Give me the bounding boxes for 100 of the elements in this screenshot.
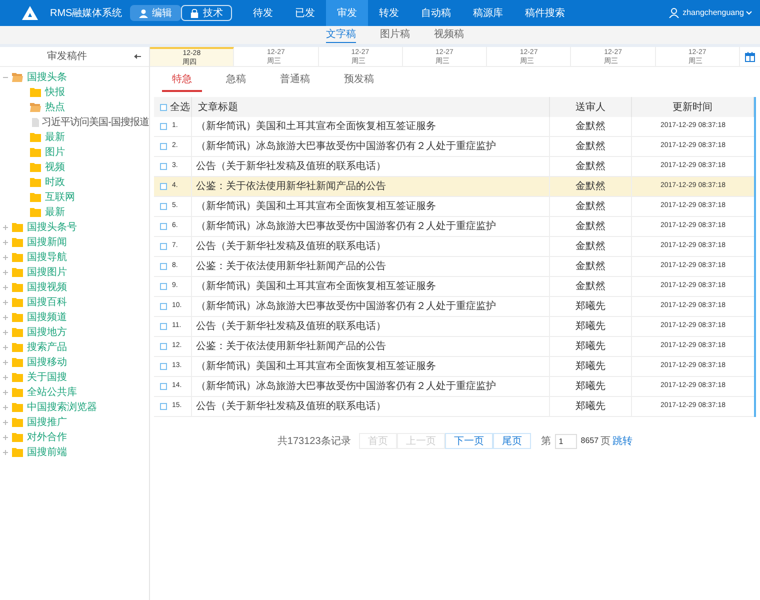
tree-item[interactable]: 国搜新闻: [27, 235, 67, 250]
article-title[interactable]: （新华简讯）冰岛旅游大巴事故受伤中国游客仍有２人处于重症监护: [196, 219, 496, 234]
subnav-tab[interactable]: 文字稿: [326, 28, 356, 42]
priority-tab[interactable]: 普通稿: [270, 72, 320, 92]
article-title[interactable]: （新华简讯）美国和土耳其宣布全面恢复相互签证服务: [196, 119, 436, 134]
expand-toggle-icon[interactable]: [2, 360, 9, 365]
article-title[interactable]: 公告（关于新华社发稿及值班的联系电话）: [196, 159, 386, 174]
expand-toggle-icon[interactable]: [2, 285, 9, 290]
expand-toggle-icon[interactable]: [2, 300, 9, 305]
expand-toggle-icon[interactable]: [2, 330, 9, 335]
page-input[interactable]: 1: [554, 434, 577, 448]
tree-item[interactable]: 快报: [45, 85, 65, 100]
tree-item[interactable]: 搜索产品: [27, 340, 67, 355]
page-button[interactable]: 尾页: [492, 433, 531, 449]
select-all-label[interactable]: 全选: [170, 100, 190, 114]
checkbox[interactable]: [160, 123, 167, 130]
nav-tab[interactable]: 稿源库: [462, 0, 514, 26]
article-title[interactable]: （新华简讯）美国和土耳其宣布全面恢复相互签证服务: [196, 359, 436, 374]
checkbox[interactable]: [160, 183, 167, 190]
collapse-icon[interactable]: [134, 54, 141, 59]
expand-toggle-icon[interactable]: [2, 345, 9, 350]
expand-toggle-icon[interactable]: [2, 240, 9, 245]
tree-item[interactable]: 视频: [45, 160, 65, 175]
expand-toggle-icon[interactable]: [2, 435, 9, 440]
tree-item[interactable]: 对外合作: [27, 430, 67, 445]
checkbox[interactable]: [160, 323, 167, 330]
article-title[interactable]: 公告（关于新华社发稿及值班的联系电话）: [196, 239, 386, 254]
caret-icon: [746, 11, 752, 15]
app-title: RMS融媒体系统: [50, 6, 124, 20]
nav-tab[interactable]: 转发: [368, 0, 410, 26]
checkbox[interactable]: [160, 283, 167, 290]
tree-item[interactable]: 习近平访问美国-国搜报道: [42, 115, 149, 130]
article-title[interactable]: （新华简讯）美国和土耳其宣布全面恢复相互签证服务: [196, 199, 436, 214]
priority-tab[interactable]: 特急: [162, 72, 202, 92]
tree-item[interactable]: 国搜推广: [27, 415, 67, 430]
tree-item[interactable]: 图片: [45, 145, 65, 160]
expand-toggle-icon[interactable]: [2, 405, 9, 410]
tree-item[interactable]: 国搜视频: [27, 280, 67, 295]
nav-tab[interactable]: 审发: [326, 0, 368, 26]
article-title[interactable]: 公告（关于新华社发稿及值班的联系电话）: [196, 399, 386, 414]
tree-item[interactable]: 时政: [45, 175, 65, 190]
article-title[interactable]: （新华简讯）冰岛旅游大巴事故受伤中国游客仍有２人处于重症监护: [196, 299, 496, 314]
article-title[interactable]: 公鉴：关于依法使用新华社新闻产品的公告: [196, 179, 386, 194]
checkbox[interactable]: [160, 363, 167, 370]
user-name[interactable]: zhangchenguang: [682, 7, 744, 19]
tree-item[interactable]: 国搜头条号: [27, 220, 77, 235]
article-title[interactable]: （新华简讯）冰岛旅游大巴事故受伤中国游客仍有２人处于重症监护: [196, 139, 496, 154]
expand-toggle-icon[interactable]: [2, 420, 9, 425]
nav-tab[interactable]: 自动稿: [410, 0, 462, 26]
tree-item[interactable]: 中国搜索浏览器: [27, 400, 97, 415]
checkbox[interactable]: [160, 263, 167, 270]
article-title[interactable]: （新华简讯）美国和土耳其宣布全面恢复相互签证服务: [196, 279, 436, 294]
checkbox[interactable]: [160, 243, 167, 250]
collapse-toggle-icon[interactable]: [2, 75, 9, 80]
subnav-tab[interactable]: 视频稿: [434, 28, 464, 42]
tree-item[interactable]: 国搜头条: [27, 70, 67, 85]
tree-item[interactable]: 关于国搜: [27, 370, 67, 385]
article-title[interactable]: （新华简讯）冰岛旅游大巴事故受伤中国游客仍有２人处于重症监护: [196, 379, 496, 394]
tree-item[interactable]: 国搜频道: [27, 310, 67, 325]
subnav-tab[interactable]: 图片稿: [380, 28, 410, 42]
article-title[interactable]: 公鉴：关于依法使用新华社新闻产品的公告: [196, 339, 386, 354]
page-button[interactable]: 下一页: [444, 433, 493, 449]
tree-item[interactable]: 最新: [45, 205, 65, 220]
role-button[interactable]: 编辑: [130, 5, 181, 21]
tree-item[interactable]: 国搜百科: [27, 295, 67, 310]
tree-item[interactable]: 国搜导航: [27, 250, 67, 265]
expand-toggle-icon[interactable]: [2, 315, 9, 320]
tree-item[interactable]: 互联网: [45, 190, 75, 205]
checkbox[interactable]: [160, 203, 167, 210]
tree-item[interactable]: 热点: [45, 100, 65, 115]
tree-item[interactable]: 国搜移动: [27, 355, 67, 370]
tree-item[interactable]: 国搜地方: [27, 325, 67, 340]
calendar-icon[interactable]: [744, 52, 755, 62]
checkbox[interactable]: [160, 163, 167, 170]
checkbox[interactable]: [160, 343, 167, 350]
expand-toggle-icon[interactable]: [2, 375, 9, 380]
expand-toggle-icon[interactable]: [2, 390, 9, 395]
role-button[interactable]: 技术: [181, 5, 232, 21]
checkbox[interactable]: [160, 104, 167, 110]
checkbox[interactable]: [160, 223, 167, 230]
expand-toggle-icon[interactable]: [2, 450, 9, 455]
priority-tab[interactable]: 急稿: [216, 72, 256, 92]
tree-item[interactable]: 国搜前端: [27, 445, 67, 460]
priority-tab[interactable]: 预发稿: [334, 72, 384, 92]
tree-item[interactable]: 最新: [45, 130, 65, 145]
jump-link[interactable]: 跳转: [612, 434, 633, 448]
expand-toggle-icon[interactable]: [2, 270, 9, 275]
checkbox[interactable]: [160, 403, 167, 410]
article-title[interactable]: 公鉴：关于依法使用新华社新闻产品的公告: [196, 259, 386, 274]
tree-item[interactable]: 全站公共库: [27, 385, 77, 400]
checkbox[interactable]: [160, 383, 167, 390]
tree-item[interactable]: 国搜图片: [27, 265, 67, 280]
expand-toggle-icon[interactable]: [2, 255, 9, 260]
nav-tab[interactable]: 稿件搜索: [514, 0, 576, 26]
nav-tab[interactable]: 待发: [242, 0, 284, 26]
expand-toggle-icon[interactable]: [2, 225, 9, 230]
checkbox[interactable]: [160, 143, 167, 150]
nav-tab[interactable]: 已发: [284, 0, 326, 26]
article-title[interactable]: 公告（关于新华社发稿及值班的联系电话）: [196, 319, 386, 334]
checkbox[interactable]: [160, 303, 167, 310]
